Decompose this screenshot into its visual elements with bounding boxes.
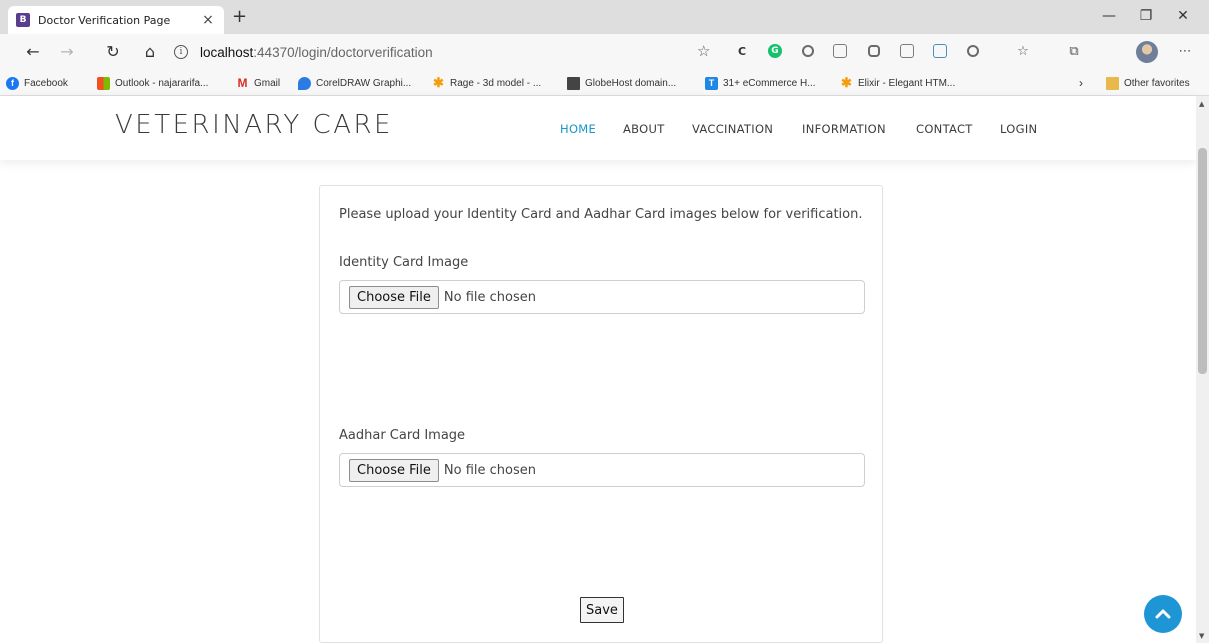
- home-icon[interactable]: ⌂: [139, 42, 161, 62]
- extension-window-icon[interactable]: [832, 43, 848, 59]
- forward-icon: →: [60, 42, 74, 61]
- bookmark-label: Rage - 3d model - ...: [450, 77, 542, 89]
- scroll-down-icon[interactable]: ▼: [1199, 632, 1204, 640]
- tab-title: Doctor Verification Page: [38, 13, 171, 27]
- more-menu-icon[interactable]: ⋯: [1177, 43, 1193, 59]
- site-logo[interactable]: VETERINARY CARE: [115, 110, 393, 140]
- bookmark-label: Elixir - Elegant HTM...: [858, 77, 956, 89]
- nav-about[interactable]: ABOUT: [623, 122, 665, 136]
- site-info-icon[interactable]: i: [174, 45, 188, 59]
- favorites-list-icon[interactable]: ☆: [1015, 43, 1031, 59]
- bookmark-label: Outlook - najararifa...: [115, 77, 209, 89]
- identity-card-file-input[interactable]: Choose File No file chosen: [339, 280, 865, 314]
- coreldraw-icon: [298, 76, 311, 90]
- bootstrap-favicon-icon: B: [16, 13, 30, 27]
- asterisk-icon: ✱: [841, 75, 852, 90]
- asterisk-icon: ✱: [433, 75, 444, 90]
- bookmarks-bar: f Facebook Outlook - najararifa... M Gma…: [0, 70, 1209, 96]
- extension-capture-icon[interactable]: [932, 43, 948, 59]
- extension-box-icon[interactable]: [899, 43, 915, 59]
- extension-gauge-icon[interactable]: [965, 43, 981, 59]
- verification-card: Please upload your Identity Card and Aad…: [319, 185, 883, 643]
- bookmark-facebook[interactable]: f Facebook: [6, 75, 68, 91]
- bookmark-label: Gmail: [254, 77, 281, 89]
- bookmark-label: 31+ eCommerce H...: [723, 77, 816, 89]
- nav-login[interactable]: LOGIN: [1000, 122, 1037, 136]
- refresh-icon[interactable]: ↻: [102, 42, 124, 62]
- aadhar-choose-file-button[interactable]: Choose File: [349, 458, 439, 482]
- facebook-icon: f: [6, 76, 19, 90]
- chevron-up-icon: [1155, 609, 1171, 619]
- identity-card-label: Identity Card Image: [339, 255, 469, 270]
- collections-icon[interactable]: ⧉: [1066, 43, 1082, 59]
- server-icon: [567, 76, 580, 90]
- template-icon: T: [705, 76, 718, 90]
- grammarly-icon[interactable]: G: [767, 43, 783, 59]
- bookmark-label: CorelDRAW Graphi...: [316, 77, 412, 89]
- address-bar-row: ← → ↻ ⌂ i localhost:44370/login/doctorve…: [0, 34, 1209, 70]
- identity-file-status: No file chosen: [443, 289, 536, 305]
- page-scrollbar[interactable]: ▲ ▼: [1196, 96, 1209, 643]
- extension-circle-icon[interactable]: [800, 43, 816, 59]
- bookmarks-overflow-icon[interactable]: ›: [1079, 75, 1083, 91]
- gmail-icon: M: [237, 76, 248, 90]
- nav-contact[interactable]: CONTACT: [916, 122, 973, 136]
- minimize-icon[interactable]: —: [1091, 4, 1127, 28]
- restore-icon[interactable]: ❐: [1128, 4, 1164, 28]
- browser-tab[interactable]: B Doctor Verification Page ×: [8, 6, 224, 34]
- nav-home[interactable]: HOME: [560, 122, 596, 136]
- tab-strip: B Doctor Verification Page × + — ❐ ✕: [0, 0, 1209, 34]
- identity-choose-file-button[interactable]: Choose File: [349, 285, 439, 309]
- bookmark-label: GlobeHost domain...: [585, 77, 677, 89]
- bookmark-gmail[interactable]: M Gmail: [236, 75, 281, 91]
- folder-icon: [1106, 76, 1119, 90]
- back-icon[interactable]: ←: [22, 42, 44, 62]
- new-tab-icon[interactable]: +: [232, 6, 247, 28]
- extension-c-icon[interactable]: C: [734, 43, 750, 59]
- url-field[interactable]: i localhost:44370/login/doctorverificati…: [174, 40, 719, 64]
- bookmark-elixir[interactable]: ✱ Elixir - Elegant HTM...: [840, 75, 955, 91]
- bookmark-label: Other favorites: [1124, 77, 1190, 89]
- nav-vaccination[interactable]: VACCINATION: [692, 122, 773, 136]
- aadhar-card-label: Aadhar Card Image: [339, 428, 466, 443]
- scroll-up-icon[interactable]: ▲: [1199, 100, 1204, 108]
- bookmark-other-favorites[interactable]: Other favorites: [1106, 75, 1190, 91]
- window-close-icon[interactable]: ✕: [1165, 4, 1201, 28]
- instructions-text: Please upload your Identity Card and Aad…: [339, 207, 863, 222]
- save-button[interactable]: Save: [580, 597, 624, 623]
- close-tab-icon[interactable]: ×: [200, 12, 216, 28]
- bookmark-outlook[interactable]: Outlook - najararifa...: [97, 75, 208, 91]
- site-header: VETERINARY CARE HOME ABOUT VACCINATION I…: [0, 96, 1196, 160]
- extension-shield-icon[interactable]: [866, 43, 882, 59]
- nav-information[interactable]: INFORMATION: [802, 122, 886, 136]
- bookmark-coreldraw[interactable]: CorelDRAW Graphi...: [298, 75, 411, 91]
- url-host: localhost: [200, 44, 254, 60]
- profile-avatar[interactable]: [1136, 41, 1158, 63]
- scrollbar-thumb[interactable]: [1198, 148, 1207, 374]
- bookmark-rage[interactable]: ✱ Rage - 3d model - ...: [432, 75, 541, 91]
- favorite-star-icon[interactable]: ☆: [697, 42, 710, 60]
- bookmark-globehost[interactable]: GlobeHost domain...: [567, 75, 676, 91]
- aadhar-file-status: No file chosen: [443, 462, 536, 478]
- bookmark-ecommerce[interactable]: T 31+ eCommerce H...: [705, 75, 816, 91]
- aadhar-card-file-input[interactable]: Choose File No file chosen: [339, 453, 865, 487]
- bookmark-label: Facebook: [24, 77, 68, 89]
- url-path: :44370/login/doctorverification: [253, 44, 433, 60]
- back-to-top-button[interactable]: [1144, 595, 1182, 633]
- microsoft-icon: [97, 76, 110, 90]
